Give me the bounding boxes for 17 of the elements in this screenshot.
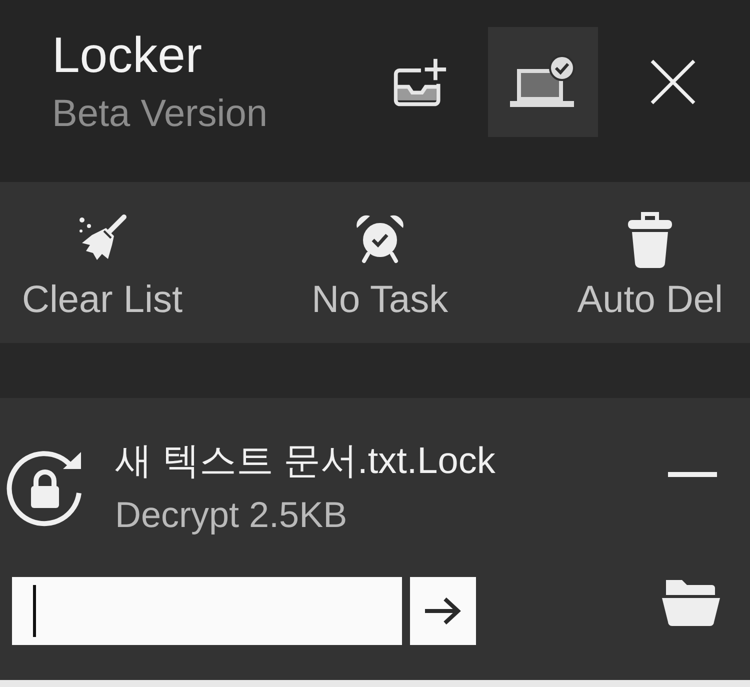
toolbar-button[interactable]: Auto Del [577,210,723,322]
trash-icon [628,210,672,268]
laptop-check-icon [510,55,576,109]
toolbar-button[interactable]: No Task [312,210,448,322]
app-title: Locker [52,27,204,83]
device-button[interactable] [488,27,598,137]
file-status: Decrypt 2.5KB [115,494,348,536]
submit-button[interactable] [410,577,476,645]
alarm-clock-icon [354,214,405,264]
folder-icon[interactable] [662,578,720,626]
tray-plus-icon [392,57,448,107]
file-name: 새 텍스트 문서.txt.Lock [115,440,496,482]
text-input-field[interactable] [12,577,402,645]
close-icon [650,59,696,105]
version-label: Beta Version [52,92,268,136]
toolbar-button[interactable]: Clear List [22,210,182,322]
arrow-right-icon [424,596,462,626]
